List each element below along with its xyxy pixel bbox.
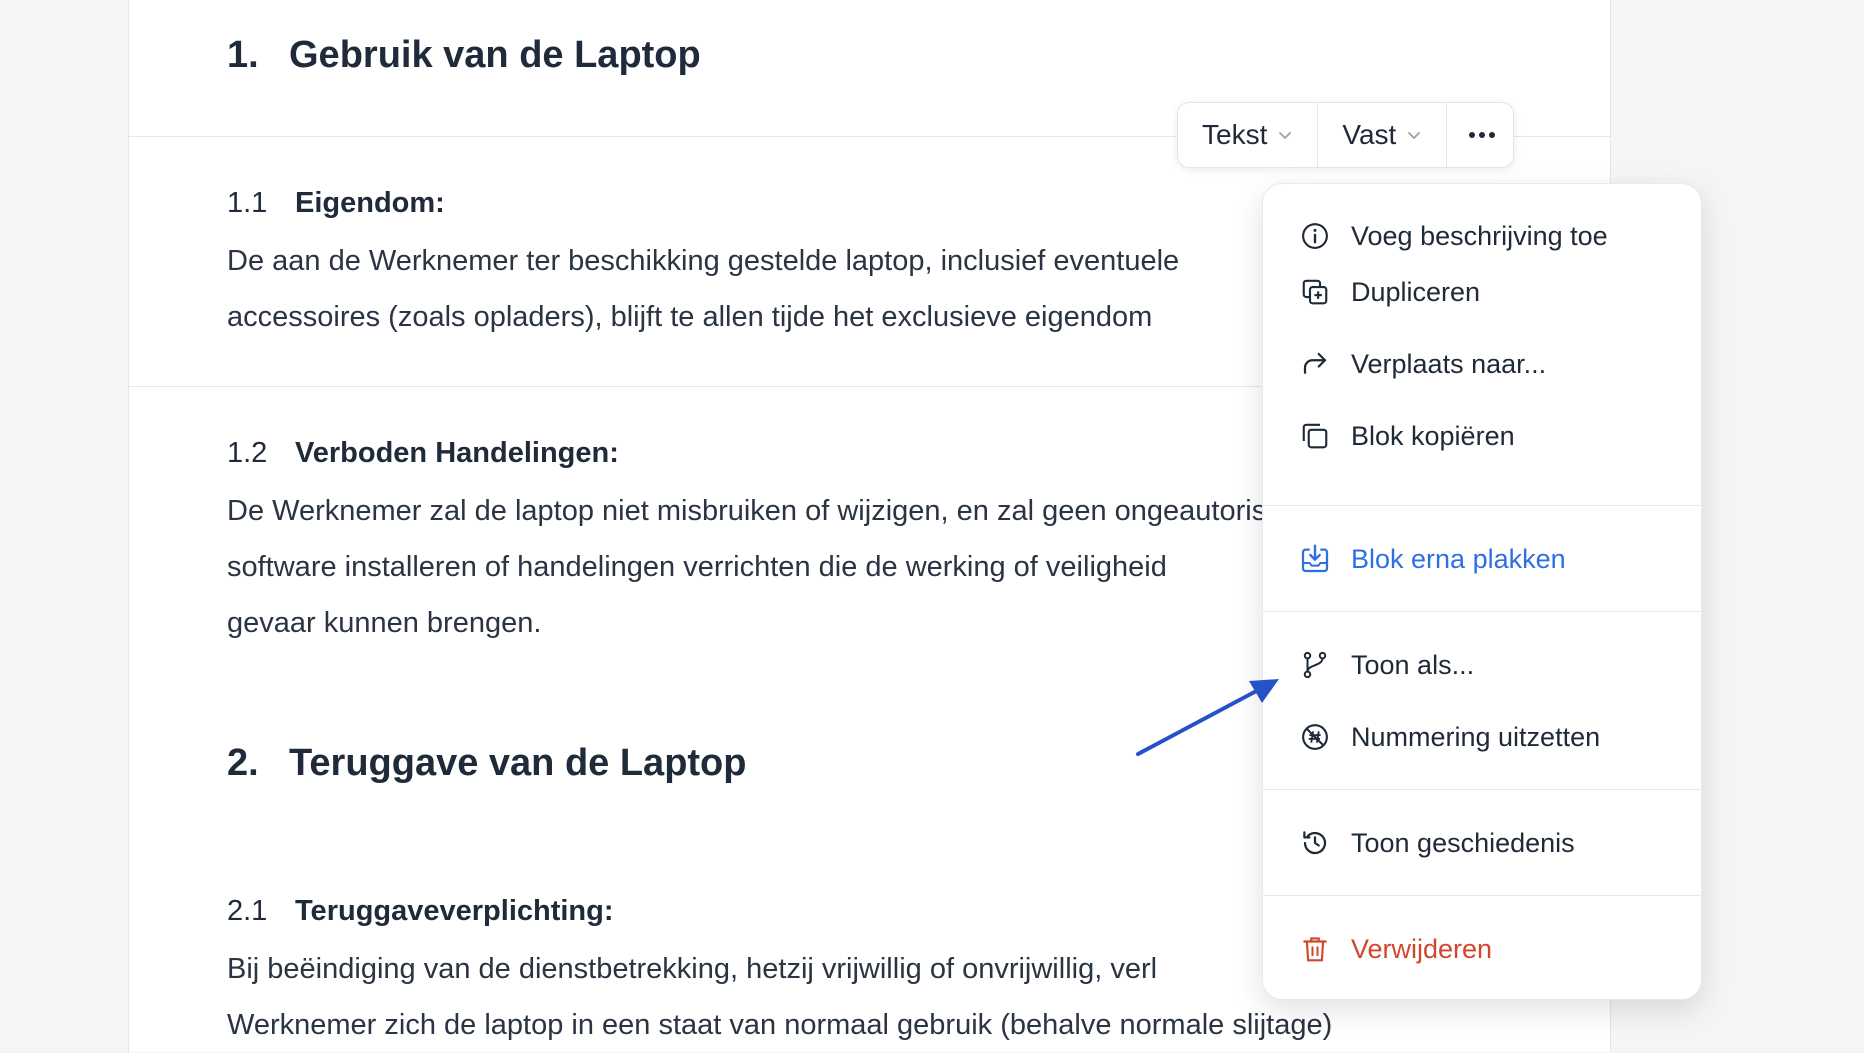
subsection-heading: 1.1 Eigendom: [227,187,445,220]
menu-separator [1263,895,1701,896]
paragraph-line[interactable]: Werknemer zich de laptop in een staat va… [227,997,1477,1053]
subsection-title: Teruggaveverplichting: [295,895,614,927]
subsection-title: Eigendom: [295,187,445,219]
forward-arrow-icon [1299,348,1331,380]
section-heading: 2. Teruggave van de Laptop [227,742,746,785]
subsection-heading: 1.2 Verboden Handelingen: [227,437,619,470]
subsection-number: 1.2 [227,437,268,469]
chevron-down-icon [1279,132,1292,139]
subsection-title: Verboden Handelingen: [295,437,619,469]
info-icon [1299,220,1331,252]
section-title: Teruggave van de Laptop [289,742,747,784]
paste-icon [1299,543,1331,575]
menu-item-label: Toon als... [1351,649,1475,680]
block-toolbar: Tekst Vast [1177,102,1514,168]
numbering-off-icon [1299,721,1331,753]
menu-item-show-as[interactable]: Toon als... [1263,629,1701,701]
section-number: 1. [227,34,259,76]
menu-item-duplicate[interactable]: Dupliceren [1263,256,1701,328]
menu-item-label: Blok kopiëren [1351,420,1515,451]
menu-item-label: Toon geschiedenis [1351,827,1575,858]
subsection-number: 1.1 [227,187,268,219]
subsection-heading: 2.1 Teruggaveverplichting: [227,895,614,928]
menu-separator [1263,789,1701,790]
menu-item-copy-block[interactable]: Blok kopiëren [1263,400,1701,472]
menu-item-label: Voeg beschrijving toe [1351,220,1608,251]
ellipsis-icon [1469,132,1496,138]
branch-icon [1299,649,1331,681]
menu-item-label: Verwijderen [1351,933,1493,964]
block-type-label: Tekst [1202,119,1268,150]
subsection-number: 2.1 [227,895,268,927]
menu-item-delete[interactable]: Verwijderen [1263,913,1701,985]
menu-item-paste-after[interactable]: Blok erna plakken [1263,524,1701,594]
block-type-dropdown[interactable]: Tekst [1178,103,1319,167]
menu-separator [1263,611,1701,612]
more-options-button[interactable] [1447,103,1517,167]
duplicate-icon [1299,276,1331,308]
block-mode-label: Vast [1342,119,1397,150]
section-title: Gebruik van de Laptop [289,34,701,76]
copy-icon [1299,420,1331,452]
section-number: 2. [227,742,259,784]
history-icon [1299,827,1331,859]
menu-item-label: Nummering uitzetten [1351,721,1601,752]
menu-item-move-to[interactable]: Verplaats naar... [1263,328,1701,400]
section-heading: 1. Gebruik van de Laptop [227,34,701,77]
menu-item-numbering-off[interactable]: Nummering uitzetten [1263,701,1701,773]
chevron-down-icon [1408,132,1421,139]
trash-icon [1299,933,1331,965]
block-mode-dropdown[interactable]: Vast [1318,103,1448,167]
menu-item-label: Blok erna plakken [1351,543,1566,574]
menu-item-label: Dupliceren [1351,276,1481,307]
menu-item-label: Verplaats naar... [1351,348,1547,379]
menu-separator [1263,505,1701,506]
menu-item-show-history[interactable]: Toon geschiedenis [1263,807,1701,879]
block-context-menu: Voeg beschrijving toe Dupliceren Verplaa… [1262,183,1702,1000]
